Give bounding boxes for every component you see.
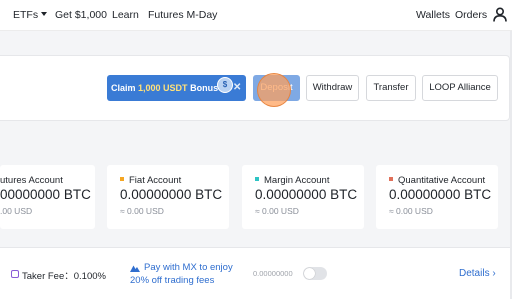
nav-wallets[interactable]: Wallets	[416, 9, 450, 21]
card-title-row: Fiat Account	[120, 175, 181, 186]
account-card-fiat[interactable]: Fiat Account 0.00000000 BTC ≈ 0.00 USD	[107, 165, 229, 229]
card-btc-balance: 00000000 BTC	[0, 187, 91, 202]
quant-dot-icon	[389, 177, 393, 181]
coin-icon: $	[217, 77, 233, 93]
loop-alliance-button[interactable]: LOOP Alliance	[422, 75, 498, 101]
transfer-button[interactable]: Transfer	[366, 75, 416, 101]
account-card-margin[interactable]: Margin Account 0.00000000 BTC ≈ 0.00 USD	[242, 165, 364, 229]
card-usd-balance: .00 USD	[0, 206, 33, 216]
fee-icon	[11, 270, 19, 278]
card-usd-balance: ≈ 0.00 USD	[120, 206, 164, 216]
card-usd-balance: ≈ 0.00 USD	[389, 206, 433, 216]
card-title-row: Quantitative Account	[389, 175, 485, 186]
nav-etfs-label: ETFs	[13, 9, 39, 21]
click-indicator	[257, 73, 291, 107]
card-title: Quantitative Account	[398, 175, 486, 186]
card-title: Margin Account	[264, 175, 330, 186]
details-link[interactable]: Details ›	[459, 268, 496, 279]
taker-fee-label: Taker Fee：0.100%	[22, 271, 106, 282]
fiat-dot-icon	[120, 177, 124, 181]
chevron-down-icon	[41, 12, 48, 16]
close-icon[interactable]: ✕	[233, 75, 241, 101]
user-icon[interactable]	[493, 7, 507, 22]
card-btc-balance: 0.00000000 BTC	[120, 187, 223, 202]
toggle-knob	[304, 268, 315, 279]
account-card-quantitative[interactable]: Quantitative Account 0.00000000 BTC ≈ 0.…	[376, 165, 498, 229]
nav-etfs[interactable]: ETFs	[13, 9, 48, 21]
claim-prefix: Claim	[111, 83, 136, 93]
nav-learn[interactable]: Learn	[112, 9, 139, 21]
card-btc-balance: 0.00000000 BTC	[255, 187, 358, 202]
nav-futures-mday[interactable]: Futures M-Day	[148, 9, 217, 21]
card-btc-balance: 0.00000000 BTC	[389, 187, 492, 202]
card-usd-balance: ≈ 0.00 USD	[255, 206, 299, 216]
claim-suffix: Bonus	[190, 83, 219, 93]
card-title: utures Account	[0, 175, 63, 186]
withdraw-button[interactable]: Withdraw	[306, 75, 359, 101]
nav-get-bonus[interactable]: Get $1,000	[55, 9, 107, 21]
claim-bonus-button[interactable]: Claim 1,000 USDT Bonus $ ✕	[107, 75, 246, 101]
card-title-row: Margin Account	[255, 175, 329, 186]
mx-discount-text[interactable]: Pay with MX to enjoy 20% off trading fee…	[130, 261, 252, 287]
nav-orders[interactable]: Orders	[455, 9, 487, 21]
chevron-right-icon: ›	[492, 268, 496, 279]
details-label: Details	[459, 268, 490, 279]
mx-fee-toggle[interactable]	[303, 267, 327, 280]
margin-dot-icon	[255, 177, 259, 181]
account-card-futures[interactable]: utures Account 00000000 BTC .00 USD	[0, 165, 95, 229]
top-nav: ETFs Get $1,000 Learn Futures M-Day Wall…	[0, 0, 512, 31]
claim-amount: 1,000 USDT	[138, 83, 188, 93]
card-title: Fiat Account	[129, 175, 182, 186]
mx-balance: 0.00000000	[253, 269, 293, 278]
